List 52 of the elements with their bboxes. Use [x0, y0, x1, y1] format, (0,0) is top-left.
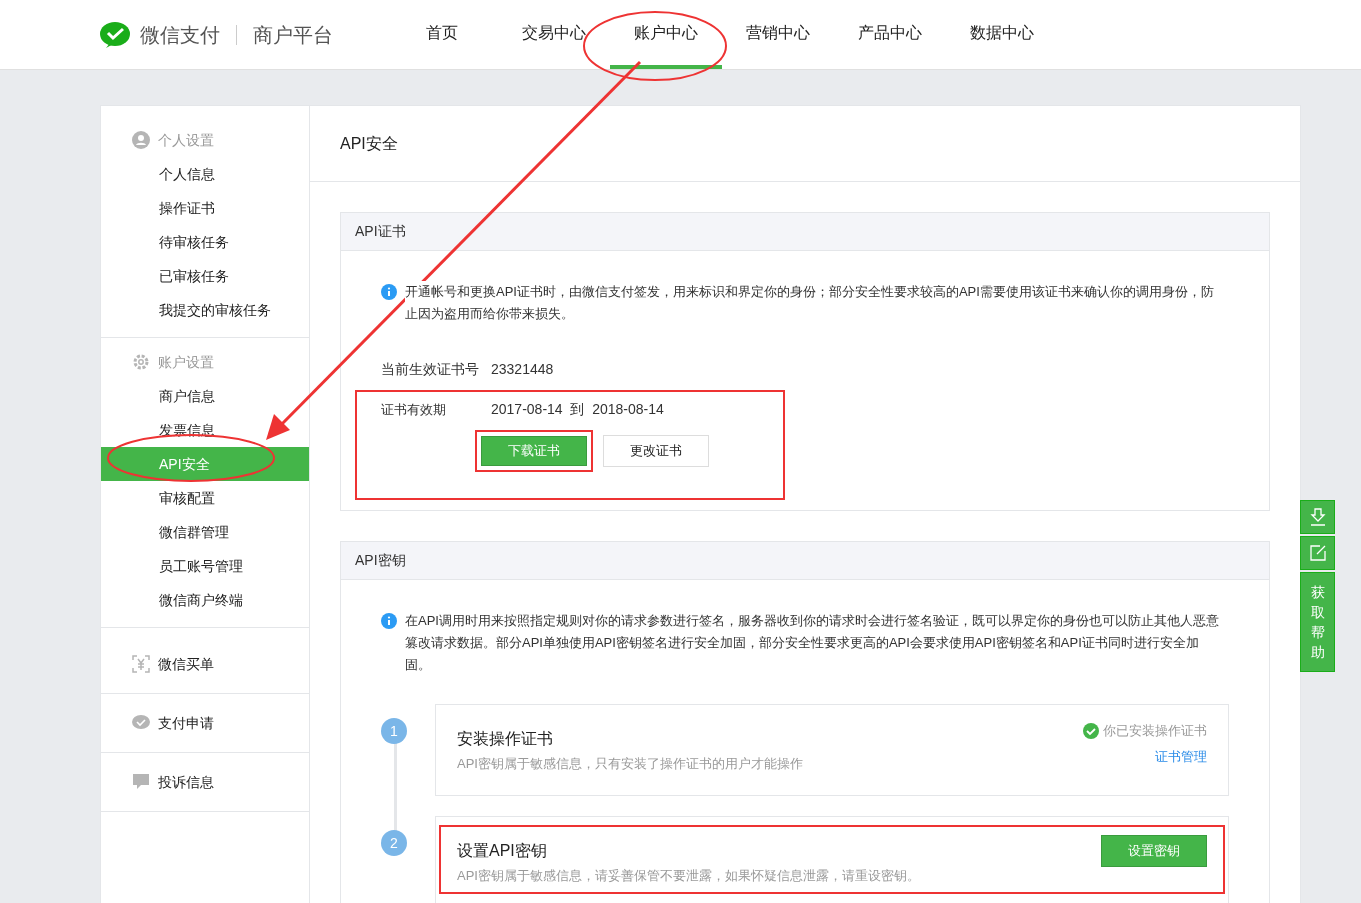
nav-tab[interactable]: 首页: [386, 0, 498, 69]
sidebar-item[interactable]: 我提交的审核任务: [101, 293, 309, 327]
edit-icon-button[interactable]: [1300, 536, 1335, 570]
step-title: 设置API密钥: [457, 841, 548, 861]
field-label: 证书有效期: [381, 400, 447, 419]
validity-range: 2017-08-14 到 2018-08-14: [491, 400, 664, 419]
info-icon: [381, 613, 397, 629]
user-icon: [132, 131, 150, 149]
sidebar-link[interactable]: 投诉信息: [158, 771, 214, 793]
sidebar-item[interactable]: 商户信息: [101, 379, 309, 413]
download-icon-button[interactable]: [1300, 500, 1335, 534]
step-description: API密钥属于敏感信息，只有安装了操作证书的用户才能操作: [457, 755, 803, 773]
sidebar-item[interactable]: 审核配置: [101, 481, 309, 515]
nav-tab[interactable]: 账户中心: [610, 0, 722, 69]
step-number: 1: [381, 718, 407, 744]
field-label: 当前生效证书号: [381, 360, 479, 379]
step-title: 安装操作证书: [457, 729, 554, 749]
check-circle-icon: [1083, 722, 1099, 739]
sidebar-item[interactable]: 已审核任务: [101, 259, 309, 293]
yen-scan-icon: [132, 655, 150, 673]
sidebar-item[interactable]: 员工账号管理: [101, 549, 309, 583]
cert-number: 23321448: [491, 360, 554, 379]
nav-tab[interactable]: 产品中心: [834, 0, 946, 69]
info-icon: [381, 284, 397, 300]
step-description: API密钥属于敏感信息，请妥善保管不要泄露，如果怀疑信息泄露，请重设密钥。: [457, 867, 920, 885]
wechat-pay-logo: [100, 20, 132, 49]
cert-manage-link[interactable]: 证书管理: [1155, 746, 1207, 766]
brand-subtitle: 商户平台: [253, 22, 333, 48]
sidebar-item[interactable]: 待审核任务: [101, 225, 309, 259]
panel-title: API密钥: [355, 551, 406, 570]
edit-icon: [1309, 545, 1326, 561]
comment-icon: [132, 773, 150, 791]
step-number: 2: [381, 830, 407, 856]
chat-bubble-icon: [132, 714, 150, 732]
sidebar-link[interactable]: 支付申请: [158, 712, 214, 734]
sidebar-item[interactable]: 微信商户终端: [101, 583, 309, 617]
sidebar-item[interactable]: 操作证书: [101, 191, 309, 225]
panel-title: API证书: [355, 222, 406, 241]
nav-tab[interactable]: 数据中心: [946, 0, 1058, 69]
sidebar-item[interactable]: 微信群管理: [101, 515, 309, 549]
gear-icon: [132, 353, 150, 371]
change-button[interactable]: 更改证书: [603, 435, 709, 467]
nav-tab[interactable]: 营销中心: [722, 0, 834, 69]
page-title: API安全: [340, 133, 398, 154]
nav-tab[interactable]: 交易中心: [498, 0, 610, 69]
sidebar-group-title: 个人设置: [158, 130, 214, 150]
brand-name: 微信支付: [140, 22, 220, 48]
status-text: 你已安装操作证书: [1103, 722, 1207, 740]
sidebar-group-title: 账户设置: [158, 352, 214, 372]
sidebar-link[interactable]: 微信买单: [158, 653, 214, 675]
sidebar-item[interactable]: 个人信息: [101, 157, 309, 191]
download-icon: [1309, 508, 1326, 526]
